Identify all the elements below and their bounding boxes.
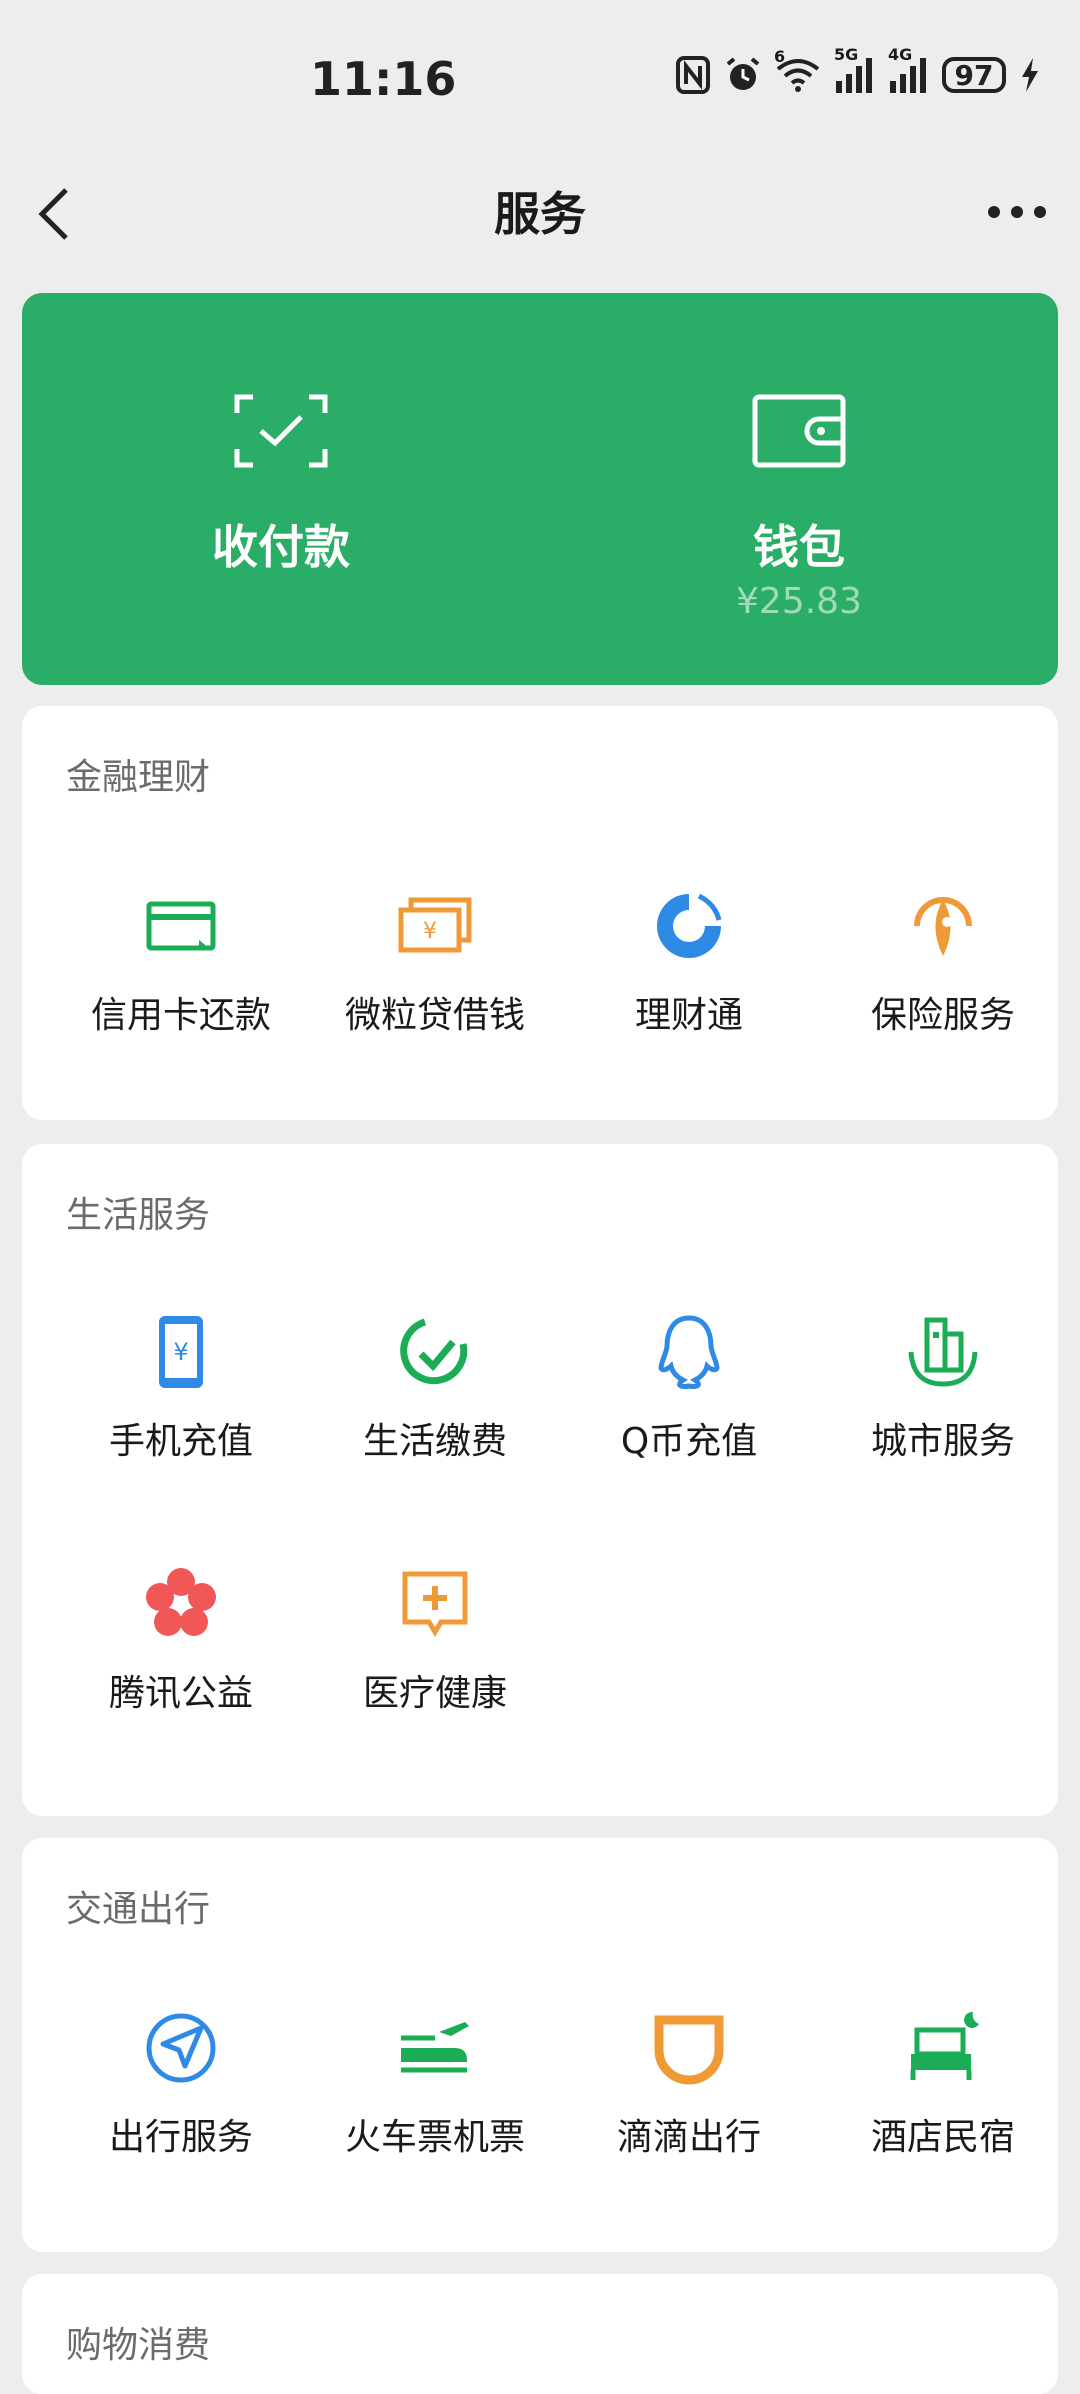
- wallet-icon: [752, 394, 846, 468]
- grid-item-credit-card[interactable]: 信用卡还款: [54, 886, 308, 1086]
- grid-item-city-services[interactable]: 城市服务: [816, 1312, 1070, 1512]
- svg-text:¥: ¥: [173, 1338, 188, 1366]
- charging-icon: [1020, 57, 1040, 93]
- section-life-services: 生活服务 ¥ 手机充值 生活缴费 Q币充值 城市服务 腾讯公益 医疗健康: [22, 1144, 1058, 1816]
- alarm-icon: [724, 56, 762, 94]
- page-title: 服务: [494, 187, 586, 241]
- grid-item-medical[interactable]: 医疗健康: [308, 1564, 562, 1764]
- didi-icon: [654, 2015, 724, 2085]
- wealth-icon: [657, 893, 722, 958]
- grid-item-utility-bill[interactable]: 生活缴费: [308, 1312, 562, 1512]
- more-button[interactable]: [982, 190, 1052, 234]
- qq-icon: [658, 1315, 720, 1389]
- charity-flower-icon: [146, 1568, 216, 1636]
- grid-item-label: 酒店民宿: [870, 2117, 1015, 2158]
- nfc-icon: [676, 56, 710, 94]
- grid-item-didi[interactable]: 滴滴出行: [562, 2008, 816, 2208]
- grid-item-label: 微粒贷借钱: [344, 995, 525, 1036]
- pay-receive-label: 收付款: [212, 520, 350, 574]
- phone-topup-icon: ¥: [159, 1316, 203, 1388]
- grid-item-hotel[interactable]: 酒店民宿: [816, 2008, 1070, 2208]
- grid-item-train-plane[interactable]: 火车票机票: [308, 2008, 562, 2208]
- grid-item-loan[interactable]: ¥ 微粒贷借钱: [308, 886, 562, 1086]
- status-icons: 6 5G 4G 97: [676, 45, 1040, 94]
- grid-item-label: 医疗健康: [362, 1673, 507, 1714]
- grid-item-label: 城市服务: [870, 1421, 1015, 1462]
- section-finance: 金融理财 信用卡还款 ¥ 微粒贷借钱 理财通 保险服务: [22, 706, 1058, 1120]
- more-icon: [988, 206, 1046, 218]
- section-shopping: 购物消费: [22, 2274, 1058, 2394]
- grid-item-charity[interactable]: 腾讯公益: [54, 1564, 308, 1764]
- scan-check-icon: [234, 394, 328, 468]
- wifi-badge: 6: [774, 47, 786, 66]
- wifi-icon: 6: [774, 47, 820, 93]
- signal-5g: 5G: [834, 45, 874, 93]
- wallet-balance: ¥25.83: [736, 581, 862, 622]
- section-title: 金融理财: [66, 757, 211, 798]
- grid-item-label: 信用卡还款: [90, 995, 271, 1036]
- grid-item-label: 火车票机票: [344, 2117, 525, 2158]
- battery-icon: 97: [942, 57, 1006, 93]
- svg-text:¥: ¥: [423, 919, 437, 944]
- pay-receive-button[interactable]: 收付款: [22, 293, 540, 685]
- loan-icon: ¥: [398, 897, 472, 953]
- section-title: 生活服务: [66, 1195, 211, 1236]
- city-icon: [908, 1317, 978, 1387]
- grid-item-label: 滴滴出行: [616, 2117, 761, 2158]
- grid-item-label: 理财通: [634, 995, 743, 1036]
- wallet-label: 钱包: [753, 520, 845, 574]
- grid-item-wealth[interactable]: 理财通: [562, 886, 816, 1086]
- grid-item-travel[interactable]: 出行服务: [54, 2008, 308, 2208]
- status-bar: 11:16 6 5G 4G 97: [0, 0, 1080, 160]
- section-title: 交通出行: [66, 1889, 211, 1930]
- grid-item-label: 手机充值: [108, 1421, 253, 1462]
- network-label-4g: 4G: [888, 45, 913, 64]
- payment-hero-card: 收付款 钱包 ¥25.83: [22, 293, 1058, 685]
- grid-item-label: 出行服务: [108, 2117, 253, 2158]
- credit-card-icon: [146, 901, 216, 951]
- status-time: 11:16: [310, 52, 457, 106]
- wallet-button[interactable]: 钱包 ¥25.83: [540, 293, 1058, 685]
- section-title: 购物消费: [66, 2325, 211, 2366]
- navigation-icon: [146, 2013, 216, 2083]
- insurance-icon: [914, 897, 972, 956]
- hotel-bed-icon: [910, 2011, 979, 2080]
- utility-bill-icon: [400, 1318, 468, 1385]
- grid-item-phone-topup[interactable]: ¥ 手机充值: [54, 1312, 308, 1512]
- grid-item-label: Q币充值: [620, 1421, 758, 1462]
- nav-bar: 服务: [0, 160, 1080, 290]
- grid-item-label: 生活缴费: [362, 1421, 507, 1462]
- grid-item-q-coin[interactable]: Q币充值: [562, 1312, 816, 1512]
- grid-item-label: 腾讯公益: [108, 1673, 253, 1714]
- grid-item-insurance[interactable]: 保险服务: [816, 886, 1070, 1086]
- signal-4g: 4G: [888, 45, 928, 93]
- network-label-5g: 5G: [834, 45, 859, 64]
- section-transport: 交通出行 出行服务 火车票机票 滴滴出行 酒店民宿: [22, 1838, 1058, 2252]
- train-plane-icon: [401, 2022, 469, 2073]
- grid-item-label: 保险服务: [870, 995, 1015, 1036]
- medical-icon: [402, 1571, 468, 1637]
